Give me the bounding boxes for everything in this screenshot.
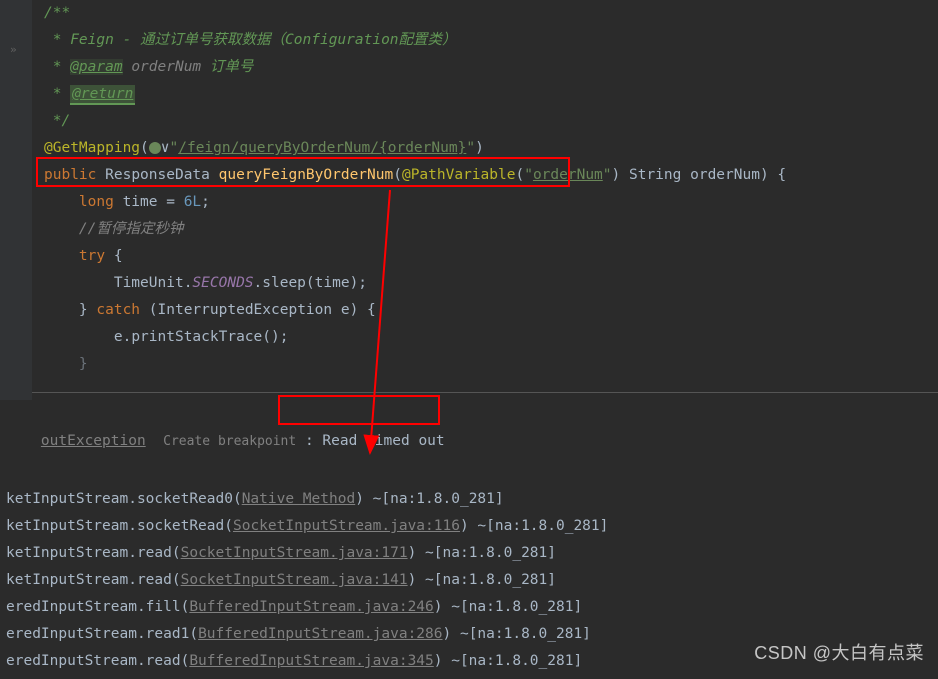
stack-trace-line: ketInputStream.socketRead0(Native Method… <box>6 486 938 513</box>
stack-prefix: ketInputStream.socketRead( <box>6 518 233 534</box>
stack-source-link[interactable]: SocketInputStream.java:141 <box>181 572 408 588</box>
param-name: orderNum <box>690 167 760 183</box>
doc-param-tag: @param <box>70 59 122 75</box>
keyword-try: try <box>79 248 105 264</box>
gutter: » <box>0 0 32 400</box>
stack-source-link[interactable]: BufferedInputStream.java:345 <box>189 653 433 669</box>
stack-source-link[interactable]: Native Method <box>242 491 356 507</box>
stack-suffix: ) ~[na:1.8.0_281] <box>443 626 591 642</box>
console-panel[interactable]: outException Create breakpoint : Read ti… <box>0 401 938 675</box>
seconds-field: SECONDS <box>192 275 253 291</box>
timeunit: TimeUnit <box>114 275 184 291</box>
doc-prefix: * <box>44 59 70 75</box>
exception-var: e <box>341 302 350 318</box>
stack-trace-line: ketInputStream.read(SocketInputStream.ja… <box>6 540 938 567</box>
comment-pause: //暂停指定秒钟 <box>79 221 183 237</box>
stack-prefix: ketInputStream.read( <box>6 545 181 561</box>
create-breakpoint-hint[interactable]: Create breakpoint <box>163 434 296 449</box>
doc-param-desc: 订单号 <box>210 59 254 75</box>
getmapping-annotation: @GetMapping <box>44 140 140 156</box>
method-name: queryFeignByOrderNum <box>219 167 394 183</box>
doc-param-name: orderNum <box>123 59 210 75</box>
watermark: CSDN @大白有点菜 <box>754 639 924 665</box>
code-editor[interactable]: » /** * Feign - 通过订单号获取数据（Configuration配… <box>0 0 938 378</box>
stack-suffix: ) ~[na:1.8.0_281] <box>460 518 608 534</box>
stack-source-link[interactable]: BufferedInputStream.java:246 <box>189 599 433 615</box>
var-time: time <box>123 194 158 210</box>
exception-type: InterruptedException <box>158 302 333 318</box>
doc-start: /** <box>44 5 70 21</box>
error-message: Read timed out <box>322 433 444 449</box>
keyword-long: long <box>79 194 114 210</box>
param-type: String <box>629 167 681 183</box>
exception-link[interactable]: outException <box>41 433 146 449</box>
stack-prefix: eredInputStream.read( <box>6 653 189 669</box>
stack-source-link[interactable]: SocketInputStream.java:116 <box>233 518 460 534</box>
stack-trace-line: ketInputStream.read(SocketInputStream.ja… <box>6 567 938 594</box>
stack-prefix: eredInputStream.fill( <box>6 599 189 615</box>
stack-suffix: ) ~[na:1.8.0_281] <box>434 599 582 615</box>
stack-trace-line: eredInputStream.fill(BufferedInputStream… <box>6 594 938 621</box>
doc-return-tag: @return <box>70 85 135 105</box>
pathvariable-annotation: @PathVariable <box>402 167 516 183</box>
doc-end: */ <box>44 113 70 129</box>
panel-separator <box>0 392 938 393</box>
stack-suffix: ) ~[na:1.8.0_281] <box>408 572 556 588</box>
stack-source-link[interactable]: BufferedInputStream.java:286 <box>198 626 442 642</box>
keyword-public: public <box>44 167 96 183</box>
stack-suffix: ) ~[na:1.8.0_281] <box>408 545 556 561</box>
stack-suffix: ) ~[na:1.8.0_281] <box>355 491 503 507</box>
sleep-arg: time <box>315 275 350 291</box>
globe-icon <box>149 142 161 154</box>
pathvar-value: orderNum <box>533 167 603 183</box>
stack-prefix: ketInputStream.read( <box>6 572 181 588</box>
chevron-down-icon[interactable]: ∨ <box>161 140 170 156</box>
doc-prefix: * <box>44 86 70 102</box>
keyword-catch: catch <box>96 302 140 318</box>
stack-source-link[interactable]: SocketInputStream.java:171 <box>181 545 408 561</box>
stack-suffix: ) ~[na:1.8.0_281] <box>434 653 582 669</box>
stack-trace-line: ketInputStream.socketRead(SocketInputStr… <box>6 513 938 540</box>
sleep-method: sleep <box>262 275 306 291</box>
return-type: ResponseData <box>105 167 210 183</box>
mapping-path[interactable]: /feign/queryByOrderNum/{orderNum} <box>178 140 466 156</box>
literal-6l: 6L <box>184 194 201 210</box>
stack-prefix: ketInputStream.socketRead0( <box>6 491 242 507</box>
printstacktrace: printStackTrace <box>131 329 262 345</box>
stack-prefix: eredInputStream.read1( <box>6 626 198 642</box>
doc-prefix: * <box>44 32 70 48</box>
doc-desc: Feign - 通过订单号获取数据（Configuration配置类） <box>70 32 456 48</box>
